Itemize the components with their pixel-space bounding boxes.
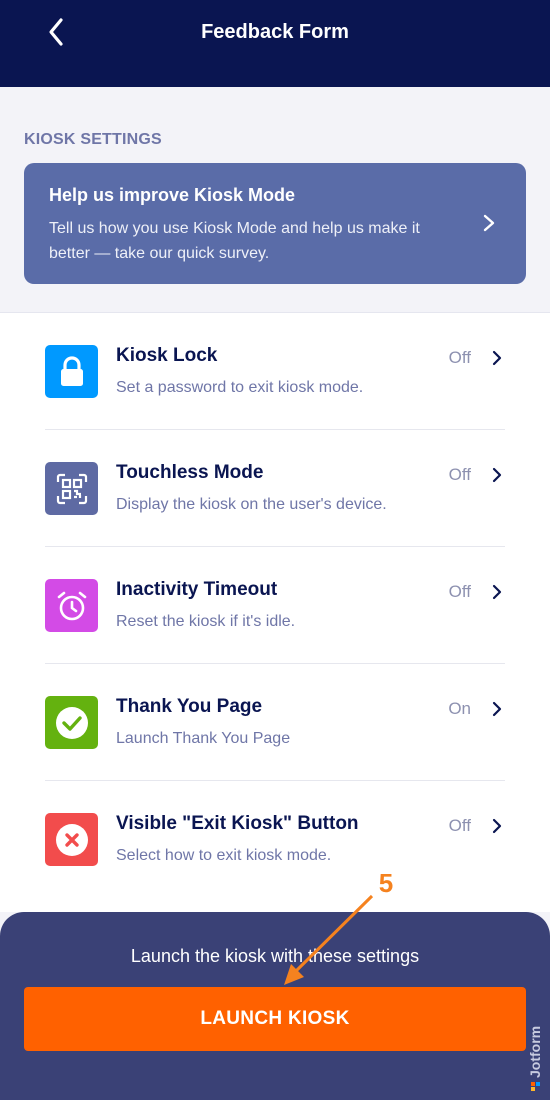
setting-title: Kiosk Lock xyxy=(116,345,218,366)
survey-body: Tell us how you use Kiosk Mode and help … xyxy=(49,220,420,262)
brand-name: Jotform xyxy=(527,1026,543,1078)
launch-kiosk-button[interactable]: LAUNCH KIOSK xyxy=(24,987,526,1051)
lock-icon xyxy=(45,345,98,398)
setting-status: Off xyxy=(448,582,471,601)
survey-banner[interactable]: Help us improve Kiosk Mode Tell us how y… xyxy=(24,163,526,284)
app-header: Feedback Form xyxy=(0,0,550,87)
setting-touchless-mode[interactable]: Touchless Mode Display the kiosk on the … xyxy=(45,430,505,547)
setting-title: Inactivity Timeout xyxy=(116,579,278,600)
setting-kiosk-lock[interactable]: Kiosk Lock Set a password to exit kiosk … xyxy=(45,313,505,430)
qr-code-icon xyxy=(45,462,98,515)
setting-thank-you-page[interactable]: Thank You Page Launch Thank You Page On xyxy=(45,664,505,781)
setting-status: Off xyxy=(448,465,471,484)
check-circle-icon xyxy=(45,696,98,749)
jotform-logo: Jotform xyxy=(527,1026,543,1091)
setting-status: Off xyxy=(448,816,471,835)
close-circle-icon xyxy=(45,813,98,866)
chevron-right-icon xyxy=(483,214,495,232)
launch-description: Launch the kiosk with these settings xyxy=(130,946,420,966)
chevron-right-icon xyxy=(492,701,502,717)
setting-title: Touchless Mode xyxy=(116,462,264,483)
setting-status: On xyxy=(448,699,471,718)
setting-title: Thank You Page xyxy=(116,696,263,717)
page-title: Feedback Form xyxy=(201,21,349,43)
setting-subtitle: Reset the kiosk if it's idle. xyxy=(116,613,296,630)
back-button[interactable] xyxy=(38,14,74,50)
setting-subtitle: Select how to exit kiosk mode. xyxy=(116,847,332,864)
chevron-right-icon xyxy=(492,818,502,834)
chevron-right-icon xyxy=(492,350,502,366)
chevron-left-icon xyxy=(49,18,63,46)
chevron-right-icon xyxy=(492,584,502,600)
launch-panel: Launch the kiosk with these settings LAU… xyxy=(0,912,550,1100)
chevron-right-icon xyxy=(492,467,502,483)
setting-subtitle: Display the kiosk on the user's device. xyxy=(116,496,387,513)
settings-list: Kiosk Lock Set a password to exit kiosk … xyxy=(0,312,550,912)
alarm-clock-icon xyxy=(45,579,98,632)
setting-status: Off xyxy=(448,348,471,367)
setting-inactivity-timeout[interactable]: Inactivity Timeout Reset the kiosk if it… xyxy=(45,547,505,664)
setting-subtitle: Launch Thank You Page xyxy=(116,730,291,747)
section-label: KIOSK SETTINGS xyxy=(24,131,162,148)
setting-subtitle: Set a password to exit kiosk mode. xyxy=(116,379,364,396)
survey-title: Help us improve Kiosk Mode xyxy=(49,185,296,205)
setting-exit-kiosk-button[interactable]: Visible "Exit Kiosk" Button Select how t… xyxy=(45,781,505,898)
setting-title: Visible "Exit Kiosk" Button xyxy=(116,813,359,834)
